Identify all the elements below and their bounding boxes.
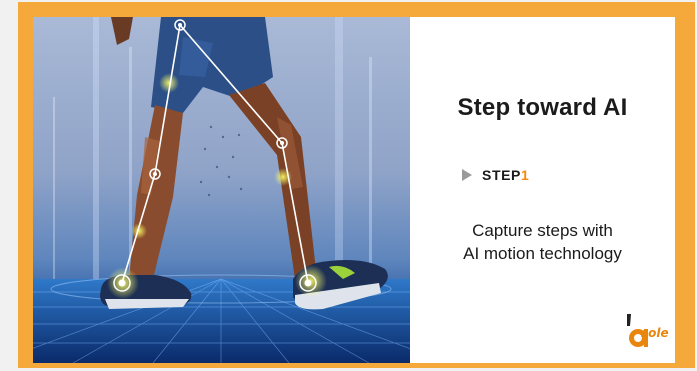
description-line-2: AI motion technology — [463, 244, 622, 263]
logo-wordmark: sole — [641, 326, 669, 340]
step-description: Capture steps with AI motion technology — [410, 219, 675, 265]
motion-capture-image — [33, 17, 410, 363]
step-number: 1 — [520, 167, 530, 183]
asole-logo: sole — [625, 312, 687, 352]
walking-legs-illustration — [33, 17, 410, 363]
info-panel: Step toward AI STEP 1 Capture steps with … — [410, 17, 675, 363]
step-label: STEP — [482, 167, 521, 183]
step-indicator: STEP 1 — [462, 167, 529, 183]
play-triangle-icon — [462, 169, 472, 181]
slide-headline: Step toward AI — [457, 94, 628, 121]
description-line-1: Capture steps with — [472, 221, 613, 240]
